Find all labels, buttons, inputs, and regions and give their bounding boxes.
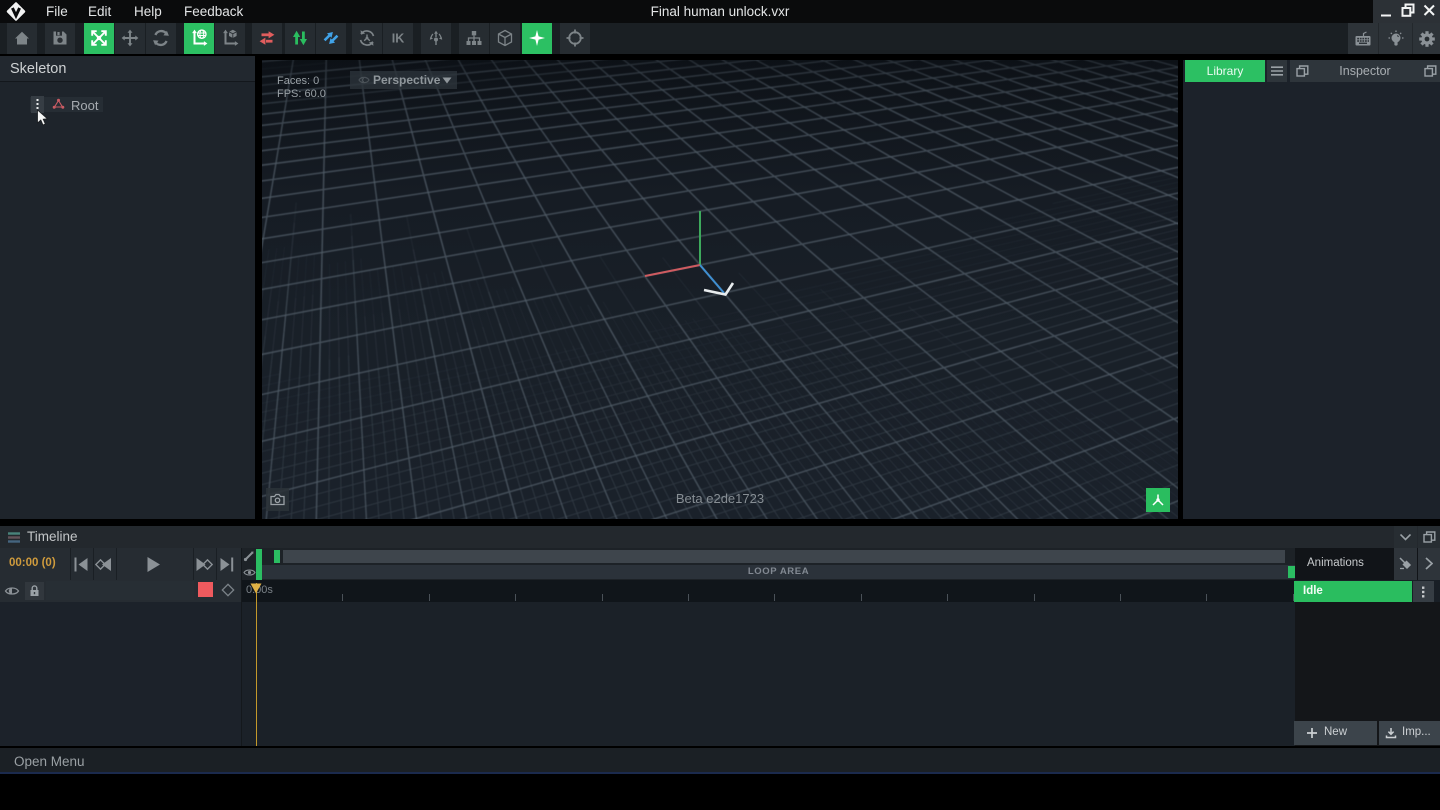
svg-text:IK: IK	[392, 32, 405, 46]
